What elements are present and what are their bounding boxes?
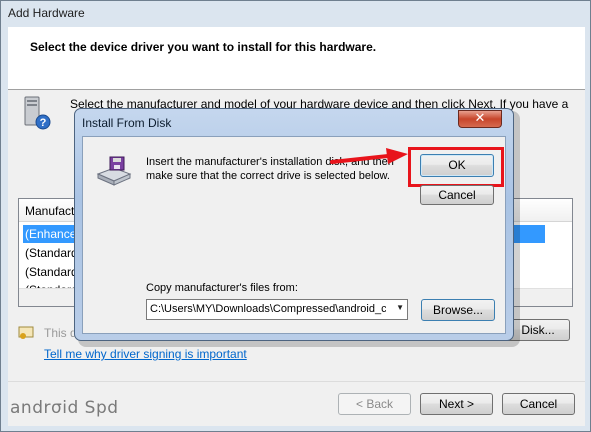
list-item[interactable]: (Standard <box>25 244 78 262</box>
wizard-heading: Select the device driver you want to ins… <box>30 40 377 54</box>
watermark-text: andrσid Spd <box>10 398 119 418</box>
ok-highlight-box <box>408 147 504 187</box>
path-combobox[interactable]: C:\Users\MY\Downloads\Compressed\android… <box>146 299 408 320</box>
dialog-title: Install From Disk <box>82 116 172 130</box>
chevron-down-icon[interactable]: ▼ <box>396 303 404 312</box>
dialog-cancel-button[interactable]: Cancel <box>420 185 494 205</box>
list-item[interactable]: (Standard <box>25 263 78 281</box>
next-button[interactable]: Next > <box>420 393 493 415</box>
wizard-cancel-button[interactable]: Cancel <box>502 393 575 415</box>
disk-drive-icon <box>96 156 132 186</box>
browse-button[interactable]: Browse... <box>421 299 495 321</box>
wizard-header <box>8 27 585 90</box>
back-button[interactable]: < Back <box>338 393 411 415</box>
red-arrow <box>330 146 410 170</box>
path-value: C:\Users\MY\Downloads\Compressed\android… <box>150 303 386 315</box>
window-title: Add Hardware <box>8 6 85 20</box>
hardware-icon: ? <box>22 96 52 130</box>
close-icon[interactable]: ✕ <box>458 110 502 128</box>
driver-signing-link[interactable]: Tell me why driver signing is important <box>44 347 247 361</box>
list-header-label: Manufactu <box>25 204 82 218</box>
svg-text:?: ? <box>40 117 47 129</box>
copy-files-label: Copy manufacturer's files from: <box>146 282 298 294</box>
driver-signed-icon <box>18 326 34 340</box>
signed-status-text: This d <box>44 326 77 340</box>
